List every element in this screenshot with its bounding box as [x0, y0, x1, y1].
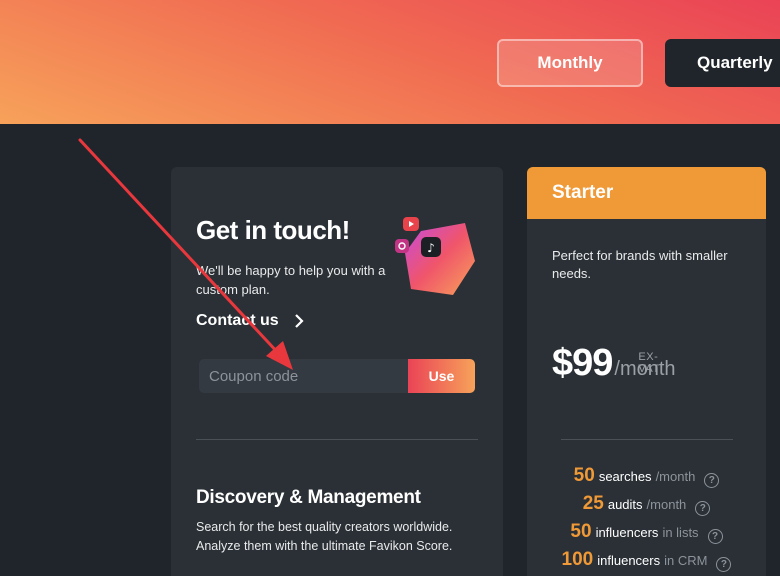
- chevron-right-icon: [294, 314, 304, 328]
- feature-count: 25: [582, 493, 604, 514]
- feature-item: 50 influencers in lists ?: [527, 521, 766, 549]
- coupon-input[interactable]: [199, 359, 408, 393]
- monthly-toggle-button[interactable]: Monthly: [497, 39, 643, 87]
- feature-label: influencers: [597, 553, 661, 568]
- contact-us-label: Contact us: [196, 312, 279, 329]
- vat-label: EX-VAT: [638, 351, 660, 375]
- section-title: Discovery & Management: [196, 487, 421, 508]
- instagram-icon: [395, 239, 409, 253]
- price-amount: $99: [552, 342, 613, 384]
- plan-price: $99 EX-VAT /month: [552, 343, 676, 383]
- feature-unit: /month: [646, 497, 687, 512]
- feature-unit: in CRM: [664, 553, 708, 568]
- divider: [561, 439, 733, 440]
- starter-plan-card: Starter Perfect for brands with smaller …: [527, 167, 766, 576]
- help-icon[interactable]: ?: [704, 473, 720, 488]
- feature-list: 50 searches /month ? 25 audits /month ? …: [527, 465, 766, 576]
- plan-name: Starter: [527, 167, 766, 219]
- feature-count: 50: [570, 521, 592, 542]
- coupon-form: Use: [199, 359, 475, 393]
- social-icons-illustration: ♪: [395, 215, 477, 301]
- plan-description: Perfect for brands with smaller needs.: [552, 248, 728, 281]
- feature-item: 25 audits /month ?: [527, 493, 766, 521]
- svg-text:♪: ♪: [427, 241, 435, 255]
- section-description: Search for the best quality creators wor…: [196, 520, 453, 553]
- contact-subtitle: We'll be happy to help you with a custom…: [196, 263, 386, 297]
- help-icon[interactable]: ?: [707, 529, 723, 544]
- contact-title: Get in touch!: [196, 215, 350, 245]
- feature-label: influencers: [595, 525, 659, 540]
- help-icon[interactable]: ?: [716, 557, 732, 572]
- feature-label: searches: [598, 469, 652, 484]
- contact-us-link[interactable]: Contact us: [196, 312, 305, 330]
- feature-count: 100: [561, 549, 594, 570]
- hexagon-badge-icon: [405, 223, 475, 295]
- feature-item: 50 searches /month ?: [527, 465, 766, 493]
- divider: [196, 439, 478, 440]
- feature-label: audits: [607, 497, 643, 512]
- quarterly-toggle-button[interactable]: Quarterly: [665, 39, 780, 87]
- feature-count: 50: [573, 465, 595, 486]
- help-icon[interactable]: ?: [695, 501, 711, 516]
- hero-banner: [0, 0, 780, 124]
- use-coupon-button[interactable]: Use: [408, 359, 475, 393]
- feature-unit: in lists: [662, 525, 699, 540]
- feature-unit: /month: [655, 469, 696, 484]
- feature-item: 100 influencers in CRM ?: [527, 549, 766, 576]
- contact-card: Get in touch! We'll be happy to help you…: [171, 167, 503, 576]
